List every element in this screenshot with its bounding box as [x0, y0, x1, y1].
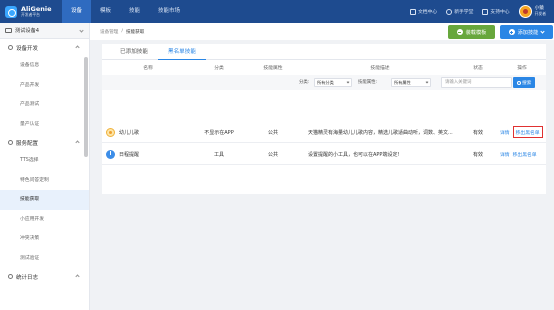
template-icon — [456, 29, 463, 35]
sidebar-group-device-dev[interactable]: 设备开发 — [0, 39, 89, 56]
load-template-button[interactable]: 装载模板 — [448, 25, 495, 39]
skill-name: 幼儿儿歌 — [119, 129, 140, 136]
tutorial-link[interactable]: 新手学堂 — [446, 8, 473, 15]
user-menu[interactable]: 小猿 开发者 — [535, 6, 546, 16]
sidebar-scrollbar[interactable] — [84, 57, 88, 307]
sidebar-scroll-thumb[interactable] — [84, 57, 88, 157]
sidebar-item-mini-app[interactable]: 小应用开发 — [0, 210, 89, 230]
remove-from-blacklist-link[interactable]: 移出黑名单 — [512, 126, 543, 138]
tab-added-skills[interactable]: 已添加技能 — [110, 44, 158, 60]
nav-template[interactable]: 模板 — [91, 0, 120, 23]
category-select[interactable]: 所有分类 — [314, 78, 352, 87]
skill-card: 已添加技能 黑名单技能 名称 分类 技能属性 技能描述 状态 操作 分类: 所有… — [102, 44, 546, 194]
top-navigation-bar: AliGenie 开发者平台 设备 模板 技能 技能市场 文档中心 新手学堂 支… — [0, 0, 554, 23]
skill-status: 有效 — [472, 151, 483, 158]
column-attribute: 技能属性 — [263, 65, 283, 71]
logo-subtitle: 开发者平台 — [21, 12, 40, 18]
avatar[interactable] — [518, 5, 532, 18]
device-selector[interactable]: 测试设备4 — [0, 23, 89, 39]
detail-link[interactable]: 详情 — [500, 129, 510, 136]
sidebar: 测试设备4 设备开发 设备信息 产品开发 产品测试 量产认证 服务配置 TTS选… — [0, 23, 90, 310]
chevron-down-icon — [79, 28, 84, 33]
document-icon — [410, 8, 416, 15]
sidebar-item-qa-custom[interactable]: 特色问答定制 — [0, 171, 89, 191]
search-icon — [516, 80, 521, 85]
column-category: 分类 — [214, 65, 224, 71]
detail-link[interactable]: 详情 — [500, 151, 510, 158]
nav-skill[interactable]: 技能 — [120, 0, 149, 23]
kids-song-icon — [106, 127, 115, 137]
sidebar-item-product-test[interactable]: 产品测试 — [0, 95, 89, 115]
nav-skill-market[interactable]: 技能市场 — [149, 0, 189, 23]
table-row: 日程提醒 工具 公共 设置提醒的小工具，也可以在APP端设定! 有效 详情 移出… — [102, 144, 546, 165]
nav-device[interactable]: 设备 — [62, 0, 92, 23]
skill-category: 工具 — [213, 151, 224, 158]
breadcrumb-current: 技能获取 — [125, 29, 145, 35]
sidebar-item-product-dev[interactable]: 产品开发 — [0, 76, 89, 96]
attribute-select[interactable]: 所有属性 — [391, 78, 431, 87]
remove-from-blacklist-link[interactable]: 移出黑名单 — [513, 151, 537, 158]
skill-name: 日程提醒 — [119, 151, 140, 158]
main-content: 设备管理 / 技能获取 装载模板 添加技能 已添加技能 黑名单技能 名称 分类 … — [90, 23, 554, 310]
skill-description: 天猫精灵有海量幼儿儿歌内容，精选儿歌适曲动听，词数、英文... — [308, 129, 453, 136]
plus-icon — [508, 29, 515, 35]
skill-tabs: 已添加技能 黑名单技能 — [102, 44, 546, 60]
category-filter-label: 分类: — [299, 80, 310, 85]
add-skill-button[interactable]: 添加技能 — [500, 25, 553, 39]
skill-category: 不显示在APP — [204, 129, 234, 136]
column-description: 技能描述 — [370, 65, 390, 71]
docs-link[interactable]: 文档中心 — [410, 8, 437, 15]
filter-bar: 分类: 所有分类 技能属性: 所有属性 请输入关键词 搜索 — [102, 75, 546, 90]
reminder-icon — [106, 149, 115, 159]
skill-attribute: 公共 — [267, 151, 278, 158]
chevron-down-icon — [425, 80, 429, 84]
search-input[interactable]: 请输入关键词 — [441, 77, 512, 88]
sidebar-item-mass-cert[interactable]: 量产认证 — [0, 115, 89, 135]
breadcrumb-device-manage[interactable]: 设备管理 — [100, 29, 118, 35]
aligenie-logo-icon — [5, 5, 17, 18]
sidebar-group-stats-log[interactable]: 统计日志 — [0, 268, 89, 285]
sidebar-item-tts[interactable]: TTS选择 — [0, 151, 89, 171]
aligenie-logo[interactable]: AliGenie 开发者平台 — [0, 5, 62, 18]
tab-blacklist-skills[interactable]: 黑名单技能 — [157, 44, 206, 60]
attribute-filter-label: 技能属性: — [358, 80, 378, 85]
stats-icon — [8, 274, 13, 279]
chevron-up-icon — [75, 140, 80, 145]
user-role: 开发者 — [534, 10, 546, 16]
chevron-up-icon — [75, 274, 80, 279]
column-operation: 操作 — [517, 65, 527, 71]
chevron-down-icon — [346, 80, 350, 84]
sidebar-item-skill-acquire[interactable]: 技能获取 — [0, 190, 89, 210]
search-button[interactable]: 搜索 — [513, 77, 535, 88]
sidebar-item-device-info[interactable]: 设备信息 — [0, 56, 89, 76]
device-icon — [5, 28, 12, 33]
chevron-up-icon — [75, 45, 80, 50]
column-name: 名称 — [143, 65, 153, 71]
support-link[interactable]: 支持中心 — [482, 8, 510, 15]
skill-status: 有效 — [472, 129, 483, 136]
sidebar-item-test-verify[interactable]: 测试验证 — [0, 249, 89, 269]
main-nav: 设备 模板 技能 技能市场 — [62, 0, 189, 23]
support-icon — [482, 8, 489, 15]
skill-description: 设置提醒的小工具，也可以在APP端设定! — [308, 151, 400, 158]
sidebar-item-conflict[interactable]: 冲突决策 — [0, 229, 89, 249]
settings-icon — [8, 45, 13, 50]
service-icon — [8, 140, 13, 145]
skill-attribute: 公共 — [267, 129, 278, 136]
table-header: 名称 分类 技能属性 技能描述 状态 操作 — [102, 61, 546, 73]
table-row: 幼儿儿歌 不显示在APP 公共 天猫精灵有海量幼儿儿歌内容，精选儿歌适曲动听，词… — [102, 122, 546, 143]
help-icon — [446, 8, 453, 15]
sidebar-group-service-config[interactable]: 服务配置 — [0, 134, 89, 151]
device-name: 测试设备4 — [15, 28, 40, 34]
chevron-down-icon — [540, 28, 545, 34]
column-status: 状态 — [473, 65, 483, 71]
